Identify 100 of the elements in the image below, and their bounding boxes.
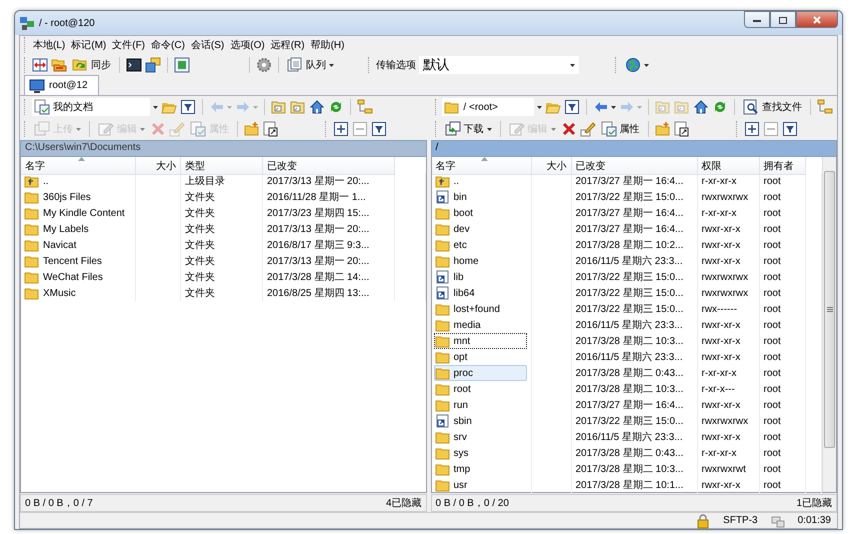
file-item[interactable]: My Kindle Content (23, 205, 131, 221)
file-item[interactable]: dev (434, 221, 526, 237)
file-item[interactable]: sys (434, 445, 526, 461)
menu-item[interactable]: 帮助(H) (308, 37, 346, 53)
file-item[interactable]: usr (434, 477, 526, 493)
menu-item[interactable]: 命令(C) (149, 37, 187, 53)
select-icon[interactable] (333, 121, 349, 137)
select-icon[interactable] (744, 121, 760, 137)
minimize-button[interactable] (744, 11, 770, 28)
rename-icon[interactable] (580, 121, 596, 137)
table-cell-text: 2017/3/22 星期三 15:0... (576, 270, 684, 284)
file-item[interactable]: proc (434, 365, 526, 381)
table-cell: root (764, 320, 781, 330)
file-item[interactable]: root (434, 381, 526, 397)
table-cell: root (764, 224, 781, 234)
file-item[interactable]: opt (434, 349, 526, 365)
download-button[interactable]: 下载 (442, 120, 494, 138)
file-item[interactable]: .. (23, 173, 131, 189)
maximize-button[interactable] (770, 11, 796, 28)
windows-icon[interactable] (145, 57, 161, 73)
home-icon[interactable] (693, 99, 710, 115)
file-item[interactable]: home (434, 253, 526, 269)
transfer-options-dropdown[interactable]: 默认 (419, 56, 579, 74)
file-item[interactable]: lib (434, 269, 526, 285)
menu-item[interactable]: 标记(M) (69, 37, 108, 53)
menu-item[interactable]: 本地(L) (31, 37, 68, 53)
column-header[interactable]: 名字 (432, 157, 532, 175)
column-header[interactable]: 名字 (21, 157, 136, 175)
column-header[interactable]: 大小 (532, 157, 572, 175)
tree-icon[interactable] (357, 99, 373, 115)
find-files-button[interactable]: 查找文件 (741, 98, 804, 116)
terminal-icon[interactable] (126, 57, 142, 73)
properties-button[interactable]: 属性 (598, 120, 642, 138)
file-item[interactable]: lib64 (434, 285, 526, 301)
close-button[interactable] (796, 11, 838, 28)
filter-icon[interactable] (371, 121, 387, 137)
synchronize-folders-icon[interactable] (51, 57, 67, 73)
file-item[interactable]: sbin (434, 413, 526, 429)
selection-status: 0 B / 0 B，0 / 20 (436, 497, 509, 510)
file-item[interactable]: Tencent Files (23, 253, 131, 269)
file-item[interactable]: WeChat Files (23, 269, 131, 285)
file-item[interactable]: lost+found (434, 301, 526, 317)
tree-icon[interactable] (817, 99, 834, 115)
globe-icon (625, 57, 641, 73)
selection-status: 0 B / 0 B，0 / 7 (25, 497, 93, 510)
file-item[interactable]: mnt (434, 333, 526, 349)
column-header[interactable]: 拥有者 (760, 157, 806, 175)
window-title: / - root@120 (39, 18, 96, 28)
column-header[interactable]: 已改变 (572, 157, 698, 175)
settings-icon[interactable] (256, 57, 272, 73)
table-cell: root (764, 272, 781, 282)
file-item[interactable]: run (434, 397, 526, 413)
file-item[interactable]: media (434, 317, 526, 333)
shortcut-icon[interactable] (674, 121, 690, 137)
filter-icon[interactable] (180, 99, 196, 115)
window-icon[interactable] (174, 57, 190, 73)
app-icon (19, 15, 35, 31)
file-item[interactable]: My Labels (23, 221, 131, 237)
dropdown-caret-icon (76, 128, 81, 130)
table-cell: root (764, 352, 781, 362)
filter-icon[interactable] (564, 99, 580, 115)
synchronize-button[interactable]: 同步 (70, 56, 113, 74)
file-item[interactable]: srv (434, 429, 526, 445)
table-cell-text: 文件夹 (185, 190, 215, 204)
table-cell: rwxr-xr-x (702, 352, 740, 362)
globe-button[interactable] (623, 56, 651, 74)
download-icon (444, 121, 460, 137)
home-icon[interactable] (309, 99, 325, 115)
link-icon (434, 285, 450, 301)
file-item[interactable]: etc (434, 237, 526, 253)
shortcut-icon[interactable] (263, 121, 279, 137)
column-header[interactable]: 权限 (698, 157, 760, 175)
table-cell: r-xr-xr-x (702, 176, 736, 186)
delete-icon[interactable] (560, 121, 576, 137)
menu-item[interactable]: 文件(F) (110, 37, 148, 53)
filter-icon[interactable] (782, 121, 798, 137)
column-header[interactable]: 类型 (181, 157, 263, 175)
file-item[interactable]: bin (434, 189, 526, 205)
column-header[interactable]: 大小 (136, 157, 181, 175)
menu-item[interactable]: 选项(O) (228, 37, 267, 53)
location-dropdown[interactable]: / <root> (442, 98, 534, 116)
queue-button[interactable]: 队列 (285, 56, 336, 74)
table-cell-text: 2017/3/27 星期一 16:4... (576, 174, 684, 188)
location-dropdown[interactable]: 我的文档 (32, 98, 150, 116)
session-tab[interactable]: root@12 (24, 75, 99, 95)
menu-item[interactable]: 会话(S) (188, 37, 226, 53)
menu-item[interactable]: 远程(R) (268, 37, 307, 53)
file-item[interactable]: .. (434, 173, 526, 189)
compare-directories-icon[interactable] (32, 57, 48, 73)
file-item[interactable]: 360js Files (23, 189, 131, 205)
file-item[interactable]: Navicat (23, 237, 131, 253)
dropdown-caret-icon (570, 64, 575, 66)
file-item[interactable]: tmp (434, 461, 526, 477)
file-item[interactable]: boot (434, 205, 526, 221)
column-header[interactable]: 已改变 (263, 157, 395, 175)
parent-directory-icon[interactable] (271, 99, 287, 115)
table-cell: root (764, 464, 781, 474)
scrollbar[interactable] (822, 157, 836, 492)
file-item[interactable]: XMusic (23, 285, 131, 301)
monitor-icon (29, 78, 45, 94)
